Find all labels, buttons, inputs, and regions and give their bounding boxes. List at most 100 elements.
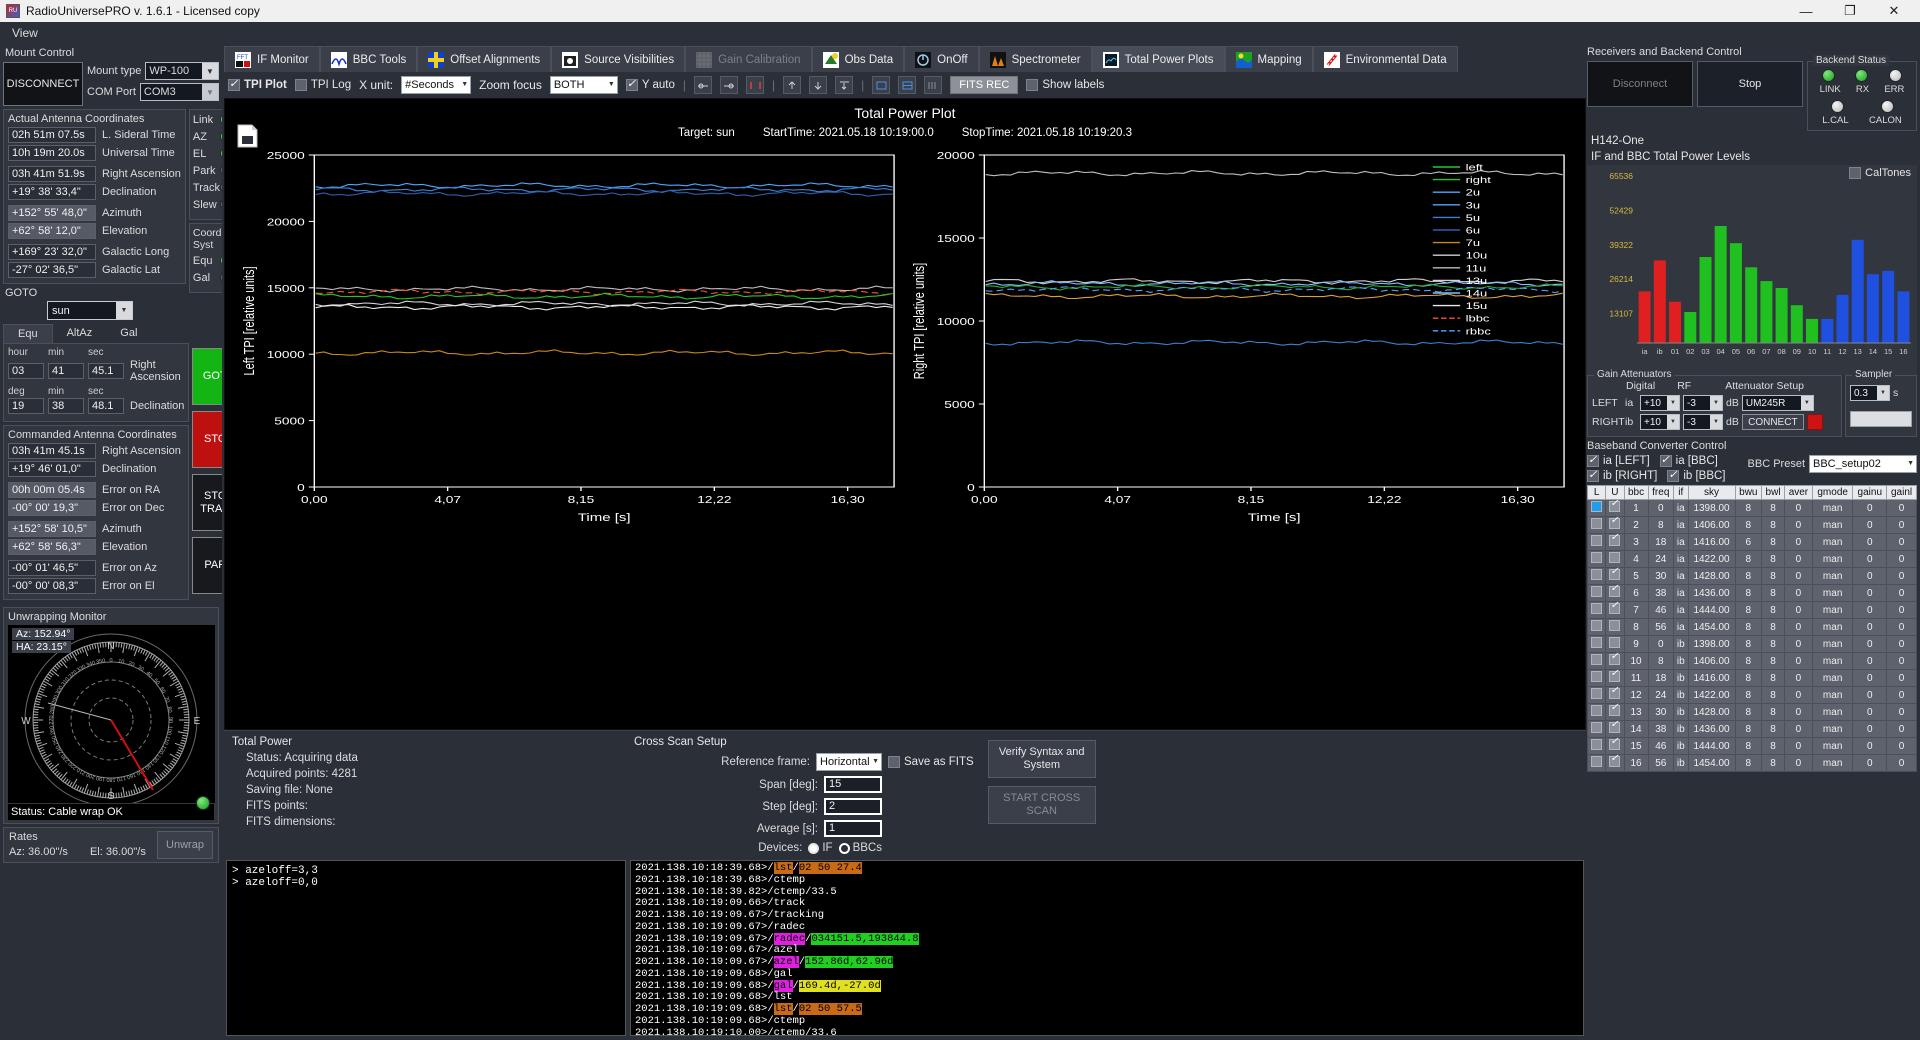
bbc-cell-bbc[interactable]: 14 <box>1623 720 1649 738</box>
bbc-cell-bwu[interactable]: 8 <box>1734 516 1763 534</box>
bbc-cell-bbc[interactable]: 1 <box>1623 499 1649 517</box>
bbc-cell-bwu[interactable]: 8 <box>1734 754 1763 772</box>
bbc-cell-gainl[interactable]: 0 <box>1886 533 1917 551</box>
checkbox-icon[interactable] <box>1609 685 1621 699</box>
table-row[interactable]: 8 56 ia 1454.00 8 8 0 man 0 0 <box>1586 618 1917 636</box>
bbc-cell-U[interactable] <box>1605 753 1625 772</box>
command-input-box[interactable]: > azeloff=3,3 > azeloff=0,0 <box>226 860 626 1036</box>
bbc-cell-U[interactable] <box>1605 583 1625 602</box>
bbc-cell-sky[interactable]: 1436.00 <box>1687 584 1736 602</box>
bbc-cell-bwl[interactable]: 8 <box>1761 499 1785 517</box>
bbc-col-L[interactable]: L <box>1586 485 1607 500</box>
checkbox-icon[interactable] <box>1591 535 1603 546</box>
bbc-cell-bwl[interactable]: 8 <box>1761 567 1785 585</box>
bbc-cell-freq[interactable]: 56 <box>1647 618 1674 636</box>
bbc-cell-sky[interactable]: 1422.00 <box>1687 550 1736 568</box>
checkbox-icon[interactable] <box>1609 668 1621 682</box>
bbc-cell-bwl[interactable]: 8 <box>1761 550 1785 568</box>
zoom-in-icon[interactable] <box>720 76 738 94</box>
checkbox-icon[interactable] <box>1591 569 1603 580</box>
bbc-cell-L[interactable] <box>1586 567 1607 585</box>
checkbox-icon[interactable] <box>1591 603 1603 614</box>
bbc-col-freq[interactable]: freq <box>1647 485 1674 500</box>
bbc-cell-gainl[interactable]: 0 <box>1886 584 1917 602</box>
device-if-radio[interactable]: IF <box>808 842 833 854</box>
ra-min-input[interactable] <box>48 363 84 379</box>
checkbox-icon[interactable] <box>1609 515 1621 529</box>
bbc-cell-gmode[interactable]: man <box>1811 516 1854 534</box>
bbc-cell-freq[interactable]: 18 <box>1647 669 1674 687</box>
bbc-cell-U[interactable] <box>1605 685 1625 704</box>
bbc-cell-bwu[interactable]: 8 <box>1734 584 1763 602</box>
bbc-cell-gainu[interactable]: 0 <box>1852 737 1888 755</box>
bbc-col-bwu[interactable]: bwu <box>1734 485 1763 500</box>
checkbox-icon[interactable] <box>1609 620 1621 631</box>
table-row[interactable]: 318ia1416.00680man00 <box>1586 532 1917 551</box>
bbc-cell-bwu[interactable]: 8 <box>1734 737 1763 755</box>
bbc-cell-if[interactable]: ia <box>1672 584 1689 602</box>
com-port-select[interactable]: COM3 ▼ <box>139 83 219 101</box>
bbc-cell-if[interactable]: ib <box>1672 754 1689 772</box>
bbc-cell-gainl[interactable]: 0 <box>1886 669 1917 687</box>
bbc-cell-aver[interactable]: 0 <box>1783 601 1813 619</box>
table-row[interactable]: 108ib1406.00880man00 <box>1586 651 1917 670</box>
bbc-cell-U[interactable] <box>1605 651 1625 670</box>
checkbox-icon[interactable] <box>1591 586 1603 597</box>
view-tab-source-visibilities[interactable]: Source Visibilities <box>551 46 686 72</box>
view-tab-total-power-plots[interactable]: Total Power Plots <box>1091 46 1225 72</box>
bbc-cell-L[interactable] <box>1586 618 1607 636</box>
unwrap-button[interactable]: Unwrap <box>157 831 213 859</box>
bbc-cell-gmode[interactable]: man <box>1811 533 1854 551</box>
bbc-cell-bbc[interactable]: 3 <box>1623 533 1649 551</box>
bbc-cell-gainl[interactable]: 0 <box>1886 737 1917 755</box>
bbc-cell-if[interactable]: ib <box>1672 669 1689 687</box>
bbc-cell-if[interactable]: ib <box>1672 652 1689 670</box>
maximize-button[interactable]: ❐ <box>1828 0 1872 22</box>
table-row[interactable]: 1546ib1444.00880man00 <box>1586 736 1917 755</box>
table-row[interactable]: 9 0 ib 1398.00 8 8 0 man 0 0 <box>1586 635 1917 653</box>
bbc-cell-L[interactable] <box>1586 601 1607 619</box>
bbc-cell-if[interactable]: ia <box>1672 601 1689 619</box>
bbc-cell-if[interactable]: ia <box>1672 533 1689 551</box>
bbc-cell-bwl[interactable]: 8 <box>1761 669 1785 687</box>
bbc-cell-aver[interactable]: 0 <box>1783 686 1813 704</box>
bbc-cell-gmode[interactable]: man <box>1811 754 1854 772</box>
bbc-cell-L[interactable] <box>1586 720 1607 738</box>
bbc-cell-bbc[interactable]: 4 <box>1623 550 1649 568</box>
right-rf-select[interactable]: -3 ▼ <box>1683 414 1723 430</box>
menu-item-view[interactable]: View <box>12 26 38 40</box>
dec-min-input[interactable] <box>48 398 84 414</box>
span-input[interactable]: 15 <box>824 776 882 793</box>
bbc-cell-if[interactable]: ib <box>1672 686 1689 704</box>
bbc-cell-aver[interactable]: 0 <box>1783 516 1813 534</box>
bbc-cell-gainu[interactable]: 0 <box>1852 754 1888 772</box>
view-tab-if-monitor[interactable]: FFT IF Monitor <box>224 46 320 72</box>
checkbox-icon[interactable] <box>1591 756 1603 767</box>
bbc-col-gainl[interactable]: gainl <box>1886 485 1917 500</box>
bbc-cell-aver[interactable]: 0 <box>1783 550 1813 568</box>
dec-deg-input[interactable] <box>8 398 44 414</box>
checkbox-icon[interactable] <box>1591 620 1603 631</box>
bbc-cell-aver[interactable]: 0 <box>1783 584 1813 602</box>
bbc-cell-U[interactable] <box>1605 600 1625 619</box>
bbc-cell-aver[interactable]: 0 <box>1783 703 1813 721</box>
bbc-cell-freq[interactable]: 8 <box>1647 652 1674 670</box>
bbc-cell-sky[interactable]: 1398.00 <box>1687 635 1736 653</box>
bbc-cell-aver[interactable]: 0 <box>1783 533 1813 551</box>
bbc-cell-if[interactable]: ia <box>1672 516 1689 534</box>
view-tab-obs-data[interactable]: Obs Data <box>811 46 905 72</box>
bbc-cell-freq[interactable]: 0 <box>1647 499 1674 517</box>
table-row[interactable]: 28ia1406.00880man00 <box>1586 515 1917 534</box>
bbc-cell-gainl[interactable]: 0 <box>1886 686 1917 704</box>
average-input[interactable]: 1 <box>824 820 882 837</box>
bbc-cell-bwu[interactable]: 8 <box>1734 669 1763 687</box>
mount-disconnect-button[interactable]: DISCONNECT <box>3 62 83 106</box>
view-tab-environmental-data[interactable]: Environmental Data <box>1312 46 1458 72</box>
pan-up-icon[interactable] <box>783 76 802 94</box>
y-auto-checkbox[interactable]: Y auto <box>625 77 675 91</box>
checkbox-icon[interactable] <box>1609 719 1621 733</box>
fits-rec-button[interactable]: FITS REC <box>950 76 1019 94</box>
bbc-cell-bwu[interactable]: 8 <box>1734 703 1763 721</box>
bbc-cell-freq[interactable]: 30 <box>1647 567 1674 585</box>
goto-target-select[interactable]: sun ▼ <box>47 301 133 320</box>
